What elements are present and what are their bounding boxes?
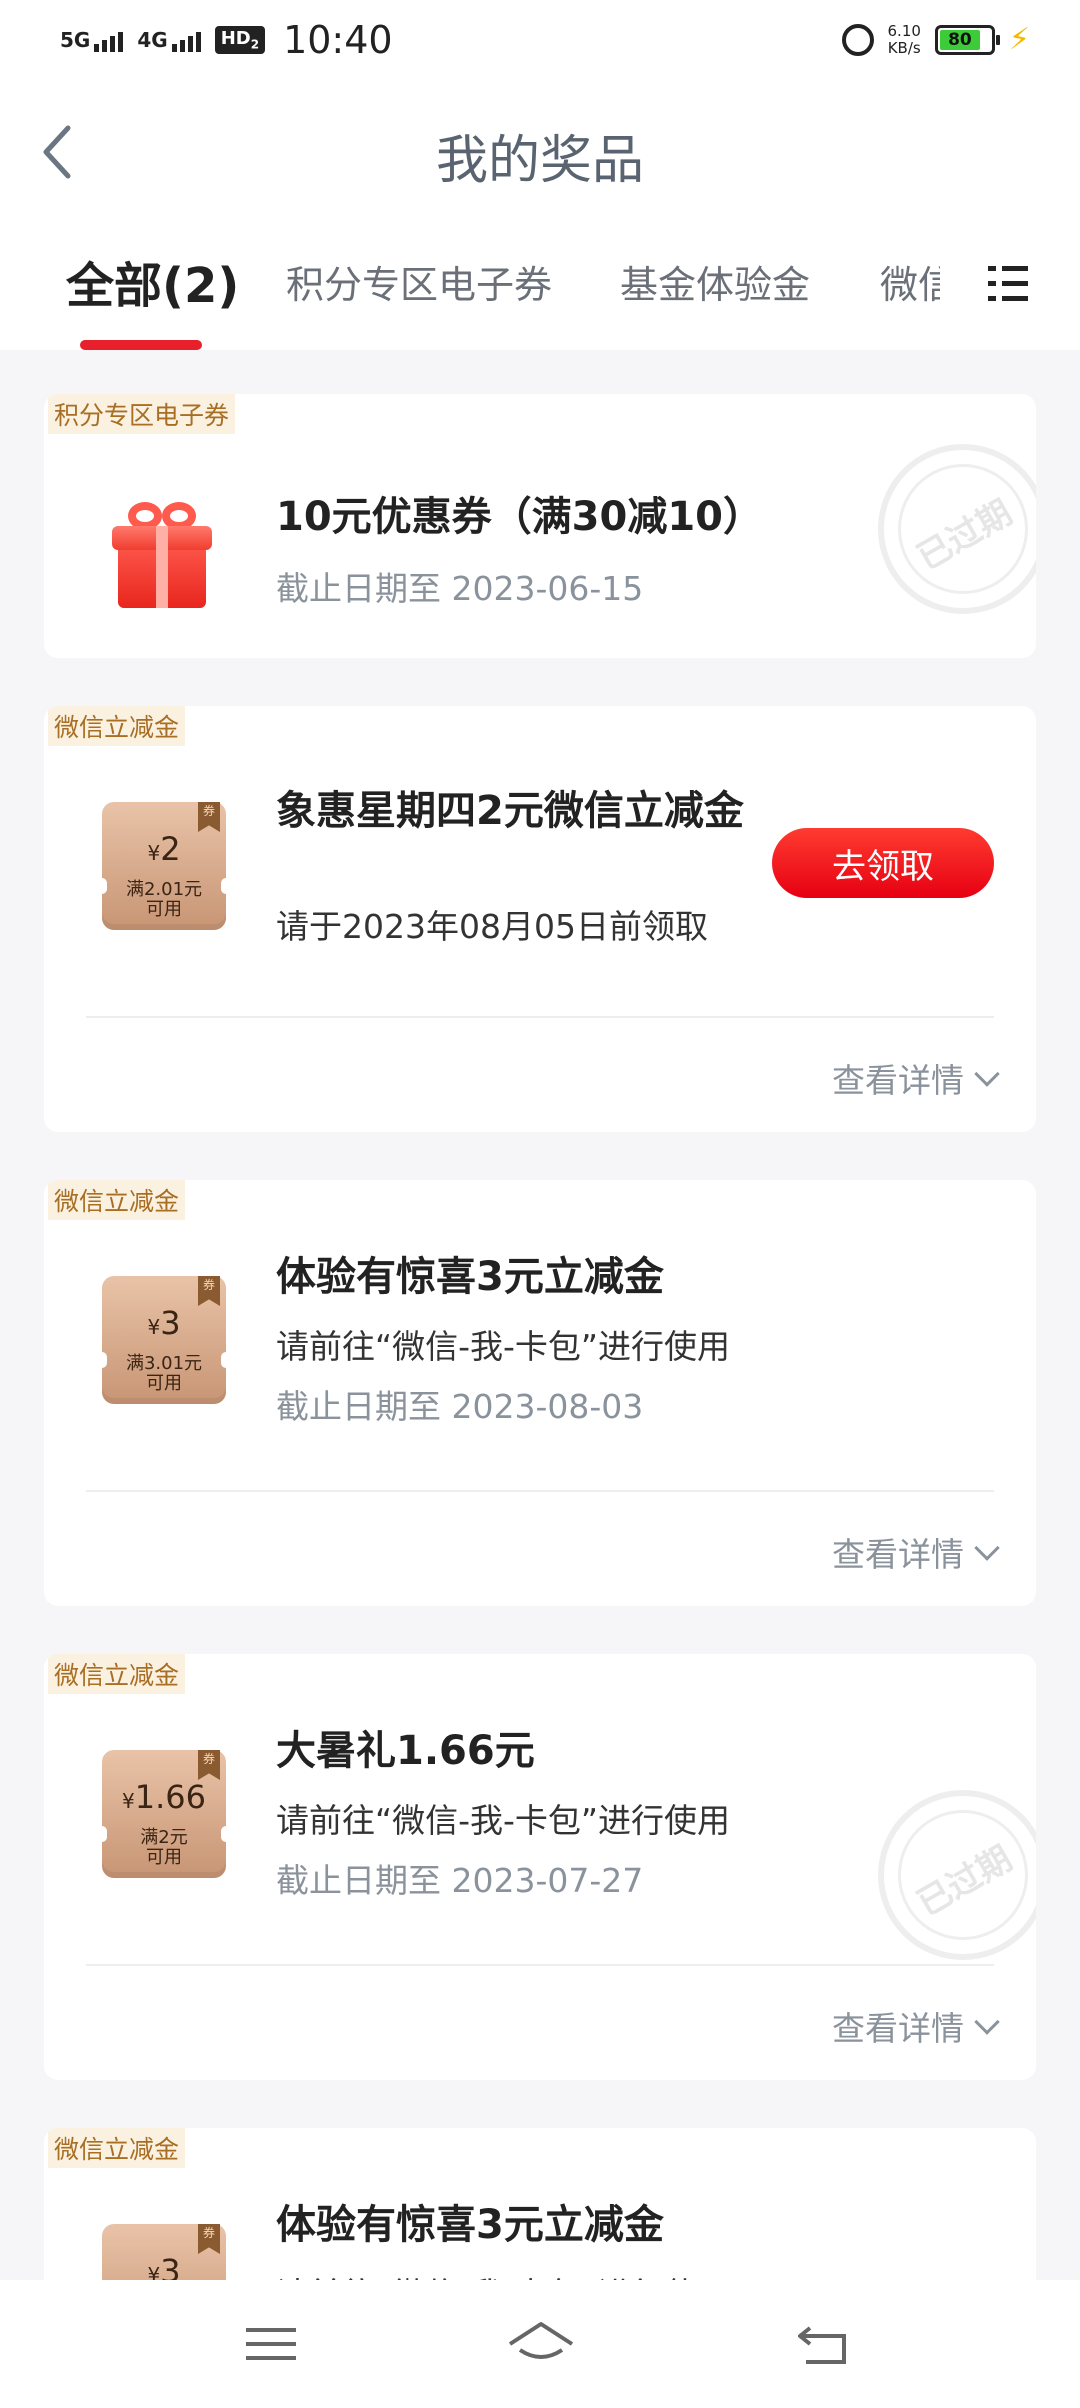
network-speed: 6.10 KB/s xyxy=(887,21,921,57)
charging-bolt-icon: ⚡ xyxy=(1008,22,1030,57)
card-expiry-date: 截止日期至 2023-08-03 xyxy=(276,1387,644,1426)
card-divider xyxy=(86,1016,994,1018)
signal-4g-icon: 4G xyxy=(137,28,201,52)
card-tag: 微信立减金 xyxy=(48,2128,186,2168)
category-tabs: 全部(2) 积分专区电子券 基金体验金 微信 xyxy=(0,230,1080,350)
view-details-link[interactable]: 查看详情 xyxy=(832,1528,1000,1576)
active-tab-indicator xyxy=(80,340,202,350)
app-header: 我的奖品 xyxy=(0,80,1080,230)
card-tag: 微信立减金 xyxy=(48,1654,186,1694)
home-icon[interactable] xyxy=(506,2320,576,2370)
battery-level: 80 xyxy=(939,29,980,50)
expired-stamp: 已过期 xyxy=(878,444,1036,614)
page-title: 我的奖品 xyxy=(435,131,644,191)
voucher-icon: 券 ¥2 满2.01元 可用 xyxy=(97,802,231,930)
prize-card[interactable]: 积分专区电子券 10元优惠券（满30减10） 截止日期至 2023-06-15 … xyxy=(44,394,1036,658)
chevron-down-icon xyxy=(974,1535,1000,1561)
card-tag: 微信立减金 xyxy=(48,1180,186,1220)
card-divider xyxy=(86,1964,994,1966)
tab-points-coupons[interactable]: 积分专区电子券 xyxy=(286,254,552,309)
card-instruction: 请于2023年08月05日前领取 xyxy=(276,907,708,946)
view-details-link[interactable]: 查看详情 xyxy=(832,2002,1000,2050)
back-icon[interactable] xyxy=(796,2324,850,2366)
card-title: 大暑礼1.66元 xyxy=(276,1728,535,1774)
card-title: 体验有惊喜3元立减金 xyxy=(276,1254,664,1300)
card-divider xyxy=(86,1490,994,1492)
voucher-icon: 券 ¥3 满3.01元 可用 xyxy=(97,1276,231,1404)
card-title: 象惠星期四2元微信立减金 xyxy=(276,788,744,834)
recent-apps-icon[interactable] xyxy=(246,2324,296,2364)
status-time: 10:40 xyxy=(283,18,393,62)
list-menu-icon[interactable] xyxy=(988,264,1028,304)
card-expiry-date: 截止日期至 2023-07-27 xyxy=(276,1861,644,1900)
card-tag: 微信立减金 xyxy=(48,706,186,746)
alarm-icon xyxy=(841,23,874,56)
card-instruction: 请前往“微信-我-卡包”进行使用 xyxy=(276,1327,731,1366)
voucher-icon: 券 ¥1.66 满2元 可用 xyxy=(97,1750,231,1878)
card-tag: 积分专区电子券 xyxy=(48,394,236,434)
prize-card[interactable]: 微信立减金 券 ¥3 满3.01元 可用 体验有惊喜3元立减金 请前往“微信-我-… xyxy=(44,1180,1036,1606)
hd-voice-icon: HD2 xyxy=(214,26,266,54)
status-bar: 5G 4G HD2 10:40 6.10 KB/s 80 ⚡ xyxy=(0,0,1080,80)
system-navigation-bar xyxy=(0,2280,1080,2408)
tab-fund-trial[interactable]: 基金体验金 xyxy=(620,254,810,309)
tab-wechat[interactable]: 微信 xyxy=(880,254,940,309)
chevron-down-icon xyxy=(974,1061,1000,1087)
expired-stamp: 已过期 xyxy=(878,1790,1036,1960)
chevron-down-icon xyxy=(974,2009,1000,2035)
claim-button[interactable]: 去领取 xyxy=(772,828,994,898)
signal-5g-icon: 5G xyxy=(60,28,124,52)
card-instruction: 请前往“微信-我-卡包”进行使用 xyxy=(276,1801,731,1840)
battery-icon: 80 xyxy=(934,24,1000,55)
prize-card[interactable]: 微信立减金 券 ¥2 满2.01元 可用 象惠星期四2元微信立减金 请于2023年… xyxy=(44,706,1036,1132)
card-title: 10元优惠券（满30减10） xyxy=(276,494,763,540)
gift-icon xyxy=(112,502,212,608)
card-expiry-date: 截止日期至 2023-06-15 xyxy=(276,569,644,608)
view-details-link[interactable]: 查看详情 xyxy=(832,1054,1000,1102)
card-title: 体验有惊喜3元立减金 xyxy=(276,2202,664,2248)
tab-all[interactable]: 全部(2) xyxy=(66,246,239,316)
prize-card[interactable]: 微信立减金 券 ¥1.66 满2元 可用 大暑礼1.66元 请前往“微信-我-卡包… xyxy=(44,1654,1036,2080)
